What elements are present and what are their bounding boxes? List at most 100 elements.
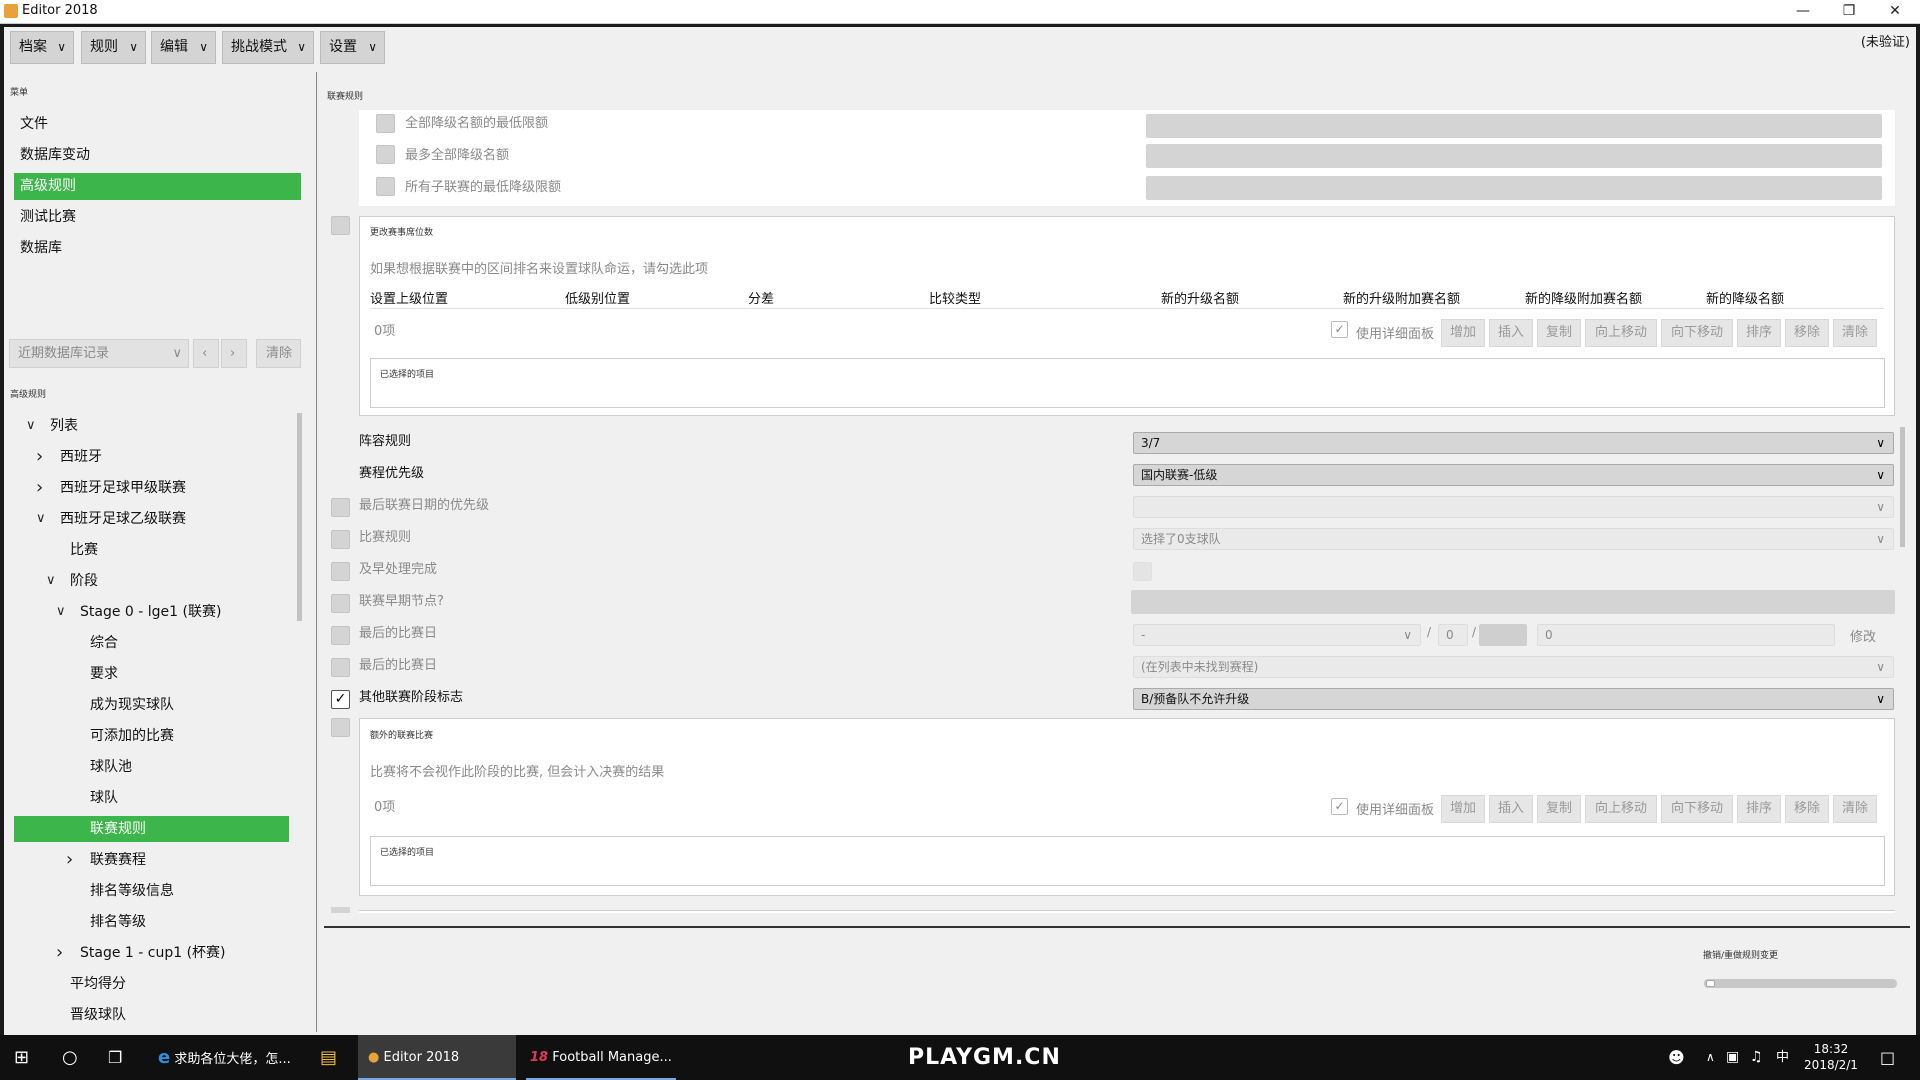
- notification-icon[interactable]: □: [1880, 1035, 1895, 1080]
- tree-item[interactable]: 比赛: [0, 537, 290, 563]
- chevron-right-icon[interactable]: ›: [36, 444, 43, 470]
- early-finish-toggle[interactable]: [1133, 562, 1152, 581]
- remove-button[interactable]: 移除: [1785, 795, 1829, 823]
- chevron-up-icon[interactable]: ∧: [1706, 1035, 1715, 1080]
- volume-icon[interactable]: ♫: [1750, 1035, 1763, 1080]
- edit-button[interactable]: 修改: [1850, 626, 1876, 645]
- tree-item[interactable]: › 联赛赛程: [0, 847, 290, 873]
- rule-select[interactable]: 选择了0支球队 ∨: [1133, 528, 1894, 550]
- rule-checkbox[interactable]: [331, 594, 350, 613]
- tree-item[interactable]: 可添加的比赛: [0, 723, 290, 749]
- rule-select[interactable]: 国内联赛-低级 ∨: [1133, 464, 1894, 486]
- last-matchday-month[interactable]: [1479, 624, 1527, 646]
- use-detail-checkbox[interactable]: ✓: [1331, 321, 1348, 338]
- extra-matches-checkbox[interactable]: [331, 718, 350, 737]
- tree-item[interactable]: ∨ 列表: [0, 413, 290, 439]
- menu-file[interactable]: 档案 ∨: [10, 31, 74, 64]
- tree-item[interactable]: 联赛规则: [14, 816, 289, 842]
- use-detail-checkbox[interactable]: ✓: [1331, 798, 1348, 815]
- tree-scrollbar[interactable]: [297, 413, 302, 621]
- min-total-relegation-checkbox[interactable]: [376, 114, 395, 133]
- undo-redo-slider-thumb[interactable]: [1706, 980, 1715, 987]
- sidebar-item-test-match[interactable]: 测试比赛: [14, 204, 301, 231]
- taskbar-item-editor[interactable]: ● Editor 2018: [358, 1035, 516, 1080]
- restore-button[interactable]: ❐: [1826, 0, 1872, 24]
- column-header[interactable]: 比较类型: [929, 288, 981, 307]
- chevron-right-icon[interactable]: ›: [36, 475, 43, 501]
- column-header[interactable]: 新的降级附加赛名额: [1525, 288, 1642, 307]
- rule-select[interactable]: (在列表中未找到赛程) ∨: [1133, 656, 1894, 678]
- minimize-button[interactable]: —: [1780, 0, 1826, 24]
- insert-button[interactable]: 插入: [1489, 319, 1533, 347]
- chevron-right-icon[interactable]: ›: [66, 847, 73, 873]
- tree-item[interactable]: ∨ 西班牙足球乙级联赛: [0, 506, 290, 532]
- clear-button[interactable]: 清除: [1833, 795, 1877, 823]
- column-header[interactable]: 新的升级附加赛名额: [1343, 288, 1460, 307]
- tree-item[interactable]: 排名等级信息: [0, 878, 290, 904]
- tree-item[interactable]: 晋级球队: [0, 1002, 290, 1028]
- tree-item[interactable]: › 西班牙: [0, 444, 290, 470]
- chevron-down-icon[interactable]: ∨: [36, 506, 46, 532]
- move-up-button[interactable]: 向上移动: [1585, 319, 1657, 347]
- tree-item[interactable]: 平均得分: [0, 971, 290, 997]
- sort-button[interactable]: 排序: [1737, 795, 1781, 823]
- chevron-right-icon[interactable]: ›: [56, 940, 63, 966]
- copy-button[interactable]: 复制: [1537, 319, 1581, 347]
- rule-checkbox[interactable]: [331, 626, 350, 645]
- add-button[interactable]: 增加: [1441, 795, 1485, 823]
- sort-button[interactable]: 排序: [1737, 319, 1781, 347]
- sidebar-item-file[interactable]: 文件: [14, 111, 301, 138]
- file-explorer-icon[interactable]: ▤: [320, 1035, 337, 1080]
- panel-divider[interactable]: [316, 72, 317, 1032]
- tree-item[interactable]: 综合: [0, 630, 290, 656]
- menu-settings[interactable]: 设置 ∨: [320, 31, 385, 64]
- max-total-relegation-checkbox[interactable]: [376, 145, 395, 164]
- clear-button[interactable]: 清除: [1833, 319, 1877, 347]
- forward-button[interactable]: ›: [221, 339, 247, 368]
- recent-db-select[interactable]: 近期数据库记录 ∨: [9, 339, 189, 368]
- people-icon[interactable]: ☻: [1668, 1035, 1685, 1080]
- column-header[interactable]: 分差: [748, 288, 774, 307]
- task-view-icon[interactable]: ❐: [108, 1035, 122, 1080]
- rule-select[interactable]: ∨: [1133, 496, 1894, 518]
- clock[interactable]: 18:32 2018/2/1: [1804, 1035, 1858, 1080]
- rule-checkbox[interactable]: [331, 658, 350, 677]
- windows-start-icon[interactable]: ⊞: [14, 1035, 29, 1080]
- insert-button[interactable]: 插入: [1489, 795, 1533, 823]
- column-header[interactable]: 新的降级名额: [1706, 288, 1784, 307]
- rule-checkbox[interactable]: [331, 562, 350, 581]
- chevron-down-icon[interactable]: ∨: [46, 568, 56, 594]
- network-icon[interactable]: ▣: [1726, 1035, 1739, 1080]
- remove-button[interactable]: 移除: [1785, 319, 1829, 347]
- last-matchday-select[interactable]: - ∨: [1133, 624, 1421, 646]
- back-button[interactable]: ‹: [193, 339, 219, 368]
- menu-challenge[interactable]: 挑战模式 ∨: [222, 31, 314, 64]
- sidebar-item-advanced-rules[interactable]: 高级规则: [14, 173, 301, 200]
- column-header[interactable]: 设置上级位置: [370, 288, 448, 307]
- tree-item[interactable]: ∨ 阶段: [0, 568, 290, 594]
- search-icon[interactable]: ○: [62, 1035, 78, 1080]
- column-header[interactable]: 低级别位置: [565, 288, 630, 307]
- selected-items-box[interactable]: [370, 836, 1885, 886]
- rule-select[interactable]: 3/7 ∨: [1133, 432, 1894, 454]
- taskbar-item-browser[interactable]: e 求助各位大佬，怎...: [158, 1035, 298, 1080]
- menu-rules[interactable]: 规则 ∨: [81, 31, 146, 64]
- clear-recent-button[interactable]: 清除: [256, 339, 301, 368]
- tree-item[interactable]: 球队: [0, 785, 290, 811]
- close-button[interactable]: ✕: [1872, 0, 1918, 24]
- tree-item[interactable]: 排名等级: [0, 909, 290, 935]
- move-up-button[interactable]: 向上移动: [1585, 795, 1657, 823]
- min-sub-relegation-checkbox[interactable]: [376, 177, 395, 196]
- sidebar-item-db-changes[interactable]: 数据库变动: [14, 142, 301, 169]
- rule-select[interactable]: B/预备队不允许升级 ∨: [1133, 688, 1894, 710]
- menu-edit[interactable]: 编辑 ∨: [151, 31, 216, 64]
- next-row-checkbox[interactable]: [331, 907, 350, 913]
- copy-button[interactable]: 复制: [1537, 795, 1581, 823]
- tree-item[interactable]: ∨ Stage 0 - lge1 (联赛): [0, 599, 290, 625]
- sidebar-item-database[interactable]: 数据库: [14, 235, 301, 262]
- selected-items-box[interactable]: [370, 358, 1885, 408]
- ime-indicator[interactable]: 中: [1776, 1035, 1789, 1080]
- change-places-checkbox[interactable]: [331, 216, 350, 235]
- last-matchday-day[interactable]: 0: [1438, 624, 1468, 646]
- tree-item[interactable]: › 西班牙足球甲级联赛: [0, 475, 290, 501]
